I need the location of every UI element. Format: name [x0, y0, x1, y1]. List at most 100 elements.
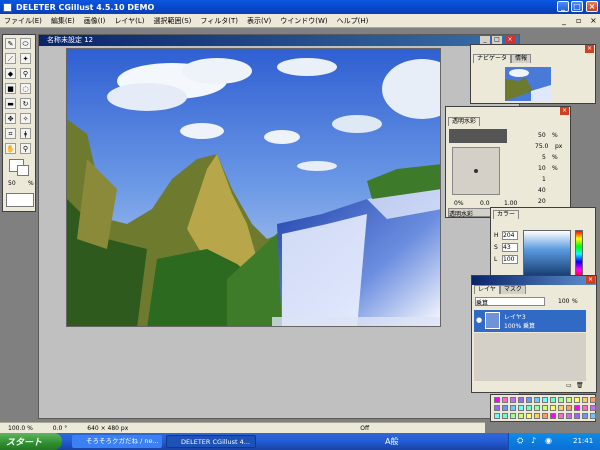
menu-filter[interactable]: フィルタ(T)	[200, 16, 238, 26]
eraser-tool[interactable]: ▬	[5, 98, 16, 109]
tab-info[interactable]: 情報	[511, 54, 532, 63]
param6-value[interactable]: 40	[538, 187, 546, 194]
color-swatch[interactable]	[518, 413, 524, 419]
taskbar-item-deleter[interactable]: DELETER CGillust 4...	[166, 435, 256, 448]
hue-slider[interactable]	[575, 230, 583, 278]
s-value[interactable]: 43	[502, 243, 518, 252]
l-value[interactable]: 100	[502, 255, 518, 264]
color-swatch[interactable]	[518, 397, 524, 403]
move-tool[interactable]: ✥	[5, 113, 16, 124]
param4-value[interactable]: 10	[538, 165, 546, 172]
ellipse-tool[interactable]: ⬭	[20, 38, 31, 49]
eye-icon[interactable]: ●	[476, 316, 482, 324]
tab-layer[interactable]: レイヤ	[474, 285, 500, 294]
bottom-left-value[interactable]: 0%	[454, 200, 464, 207]
color-swatch[interactable]	[494, 397, 500, 403]
color-swatch[interactable]	[542, 397, 548, 403]
color-swatch[interactable]	[550, 405, 556, 411]
color-swatch[interactable]	[574, 405, 580, 411]
blend-mode-select[interactable]: 乗算	[475, 297, 545, 307]
brush-palette-close-icon[interactable]: ×	[560, 107, 569, 115]
color-swatch[interactable]	[574, 397, 580, 403]
volume-icon[interactable]: ♪	[531, 436, 536, 445]
tab-color[interactable]: カラー	[493, 210, 520, 219]
close-button[interactable]: ×	[586, 1, 598, 12]
zoom-tool[interactable]: ⚲	[20, 143, 31, 154]
layer-row[interactable]: ● レイヤ3 100% 乗算	[474, 310, 586, 332]
color-swatch[interactable]	[510, 397, 516, 403]
h-value[interactable]: 204	[502, 231, 518, 240]
tab-mask[interactable]: マスク	[499, 285, 526, 294]
drawing-canvas[interactable]	[66, 48, 441, 327]
tab-watercolor[interactable]: 透明水彩	[448, 117, 481, 126]
network-icon[interactable]: ⛭	[517, 436, 523, 446]
menu-image[interactable]: 画像(I)	[84, 16, 106, 26]
color-swatch[interactable]	[574, 413, 580, 419]
menu-file[interactable]: ファイル(E)	[4, 16, 42, 26]
color-swatch[interactable]	[542, 413, 548, 419]
start-button[interactable]: スタート	[0, 433, 62, 450]
color-swatch[interactable]	[558, 397, 564, 403]
color-swatch[interactable]	[582, 413, 588, 419]
mdi-restore-button[interactable]: ▫	[576, 16, 581, 25]
crop-tool[interactable]: ⌗	[5, 128, 16, 139]
color-swatch[interactable]	[494, 405, 500, 411]
bottom-right-value[interactable]: 1.00	[504, 200, 517, 207]
brush-size-value[interactable]: 50	[8, 180, 16, 187]
density-value[interactable]: 5	[542, 154, 546, 161]
color-swatch[interactable]	[550, 413, 556, 419]
menu-edit[interactable]: 編集(E)	[51, 16, 75, 26]
tray-app-icon[interactable]: ◉	[545, 436, 552, 445]
ime-indicator[interactable]: A般	[385, 436, 398, 447]
color-swatch[interactable]	[566, 397, 572, 403]
lasso-tool[interactable]: ◌	[20, 83, 31, 94]
color-swatch[interactable]	[590, 413, 596, 419]
color-field[interactable]	[523, 230, 571, 278]
navigator-thumbnail[interactable]	[505, 67, 551, 101]
layers-close-icon[interactable]: ×	[586, 276, 595, 284]
layer-opacity-value[interactable]: 100	[558, 298, 569, 305]
color-swatch[interactable]	[582, 405, 588, 411]
color-swatch[interactable]	[502, 405, 508, 411]
color-swatch[interactable]	[494, 413, 500, 419]
delete-layer-icon[interactable]: 🗑	[576, 382, 584, 389]
color-swatch[interactable]	[542, 405, 548, 411]
airbrush-tool[interactable]: ✦	[20, 53, 31, 64]
navigator-close-icon[interactable]: ×	[585, 45, 594, 53]
rect-select-tool[interactable]: ■	[5, 83, 16, 94]
maximize-button[interactable]: □	[571, 1, 583, 12]
dropper-tool[interactable]: ǂ	[20, 128, 31, 139]
magic-wand-tool[interactable]: ✧	[20, 113, 31, 124]
width-value[interactable]: 75.0	[535, 143, 548, 150]
mdi-minimize-button[interactable]: _	[562, 16, 566, 25]
color-swatch[interactable]	[518, 405, 524, 411]
param5-value[interactable]: 1	[542, 176, 546, 183]
tab-navigator[interactable]: ナビゲータ	[473, 54, 512, 63]
menu-view[interactable]: 表示(V)	[247, 16, 271, 26]
bottom-mid-value[interactable]: 0.0	[480, 200, 490, 207]
color-swatch[interactable]	[590, 405, 596, 411]
color-swatch[interactable]	[502, 413, 508, 419]
color-swatch[interactable]	[510, 405, 516, 411]
brush-tool[interactable]: ⟋	[5, 53, 16, 64]
fill-tool[interactable]: ◆	[5, 68, 16, 79]
color-swatch[interactable]	[550, 397, 556, 403]
color-swatch[interactable]	[566, 405, 572, 411]
param7-value[interactable]: 20	[538, 198, 546, 205]
color-swatch[interactable]	[526, 397, 532, 403]
color-swatch[interactable]	[582, 397, 588, 403]
opacity-value[interactable]: 50	[538, 132, 546, 139]
background-color[interactable]	[17, 165, 29, 176]
color-swatch[interactable]	[558, 405, 564, 411]
eyedropper-tool[interactable]: ⚲	[20, 68, 31, 79]
menu-selection[interactable]: 選択範囲(S)	[153, 16, 191, 26]
color-swatch[interactable]	[510, 413, 516, 419]
taskbar-item-browser[interactable]: そろそろクガだね / ne...	[72, 435, 162, 448]
color-swatch[interactable]	[534, 413, 540, 419]
brush-footer-tab[interactable]: 透明水彩	[448, 208, 492, 218]
new-layer-icon[interactable]: ▭	[566, 382, 572, 389]
color-swatch[interactable]	[502, 397, 508, 403]
color-swatch[interactable]	[566, 413, 572, 419]
hand-tool[interactable]: ✋	[5, 143, 16, 154]
menu-layer[interactable]: レイヤ(L)	[114, 16, 144, 26]
